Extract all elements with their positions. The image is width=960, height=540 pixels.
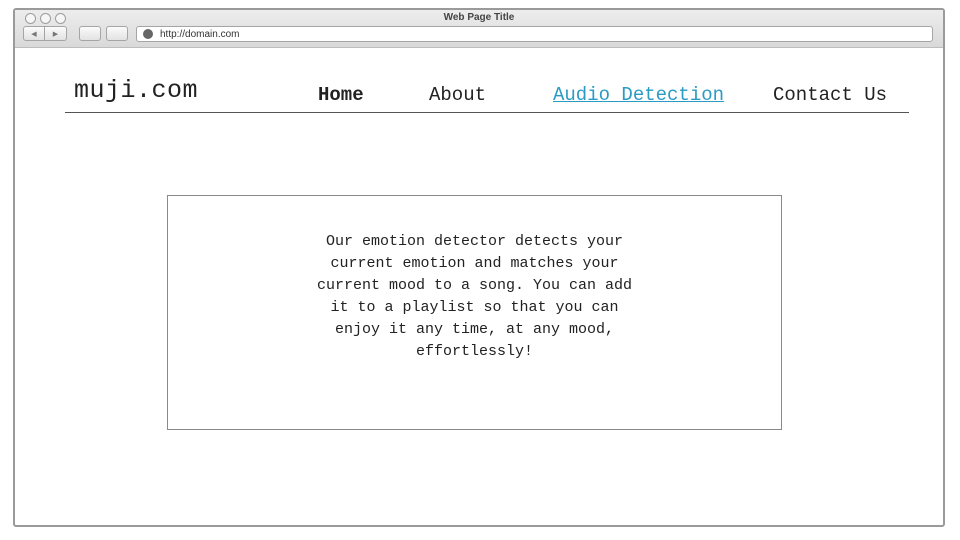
url-text: http://domain.com [160, 28, 240, 40]
back-button[interactable]: ◀ [23, 26, 45, 41]
nav-divider [65, 112, 909, 113]
forward-arrow-icon: ▶ [52, 29, 59, 38]
history-buttons: ◀ ▶ [23, 26, 67, 41]
back-arrow-icon: ◀ [31, 29, 37, 38]
window-title: Web Page Title [443, 12, 515, 23]
toolbar-button-1[interactable] [79, 26, 101, 41]
browser-window: Web Page Title ◀ ▶ http://domain.com muj… [13, 8, 945, 527]
description-text: Our emotion detector detects your curren… [316, 233, 633, 360]
nav-audio-detection-link[interactable]: Audio Detection [553, 84, 724, 106]
content-panel: Our emotion detector detects your curren… [167, 195, 782, 430]
address-bar[interactable]: http://domain.com [136, 26, 933, 42]
nav-home-link[interactable]: Home [318, 84, 364, 106]
globe-icon [143, 29, 153, 39]
nav-about-link[interactable]: About [429, 84, 486, 106]
nav-contact-link[interactable]: Contact Us [773, 84, 887, 106]
browser-toolbar: Web Page Title ◀ ▶ http://domain.com [15, 10, 943, 48]
toolbar-button-2[interactable] [106, 26, 128, 41]
forward-button[interactable]: ▶ [45, 26, 67, 41]
site-logo[interactable]: muji.com [74, 76, 198, 105]
